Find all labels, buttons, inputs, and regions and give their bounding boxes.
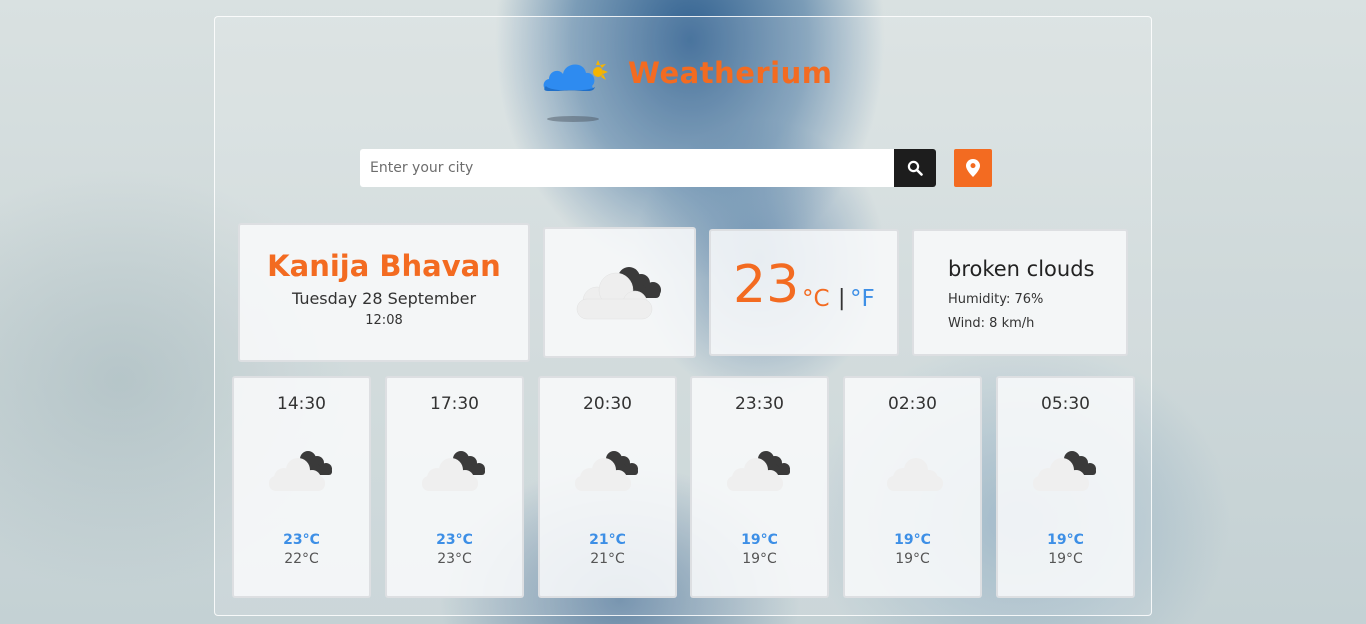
cloud-sun-icon <box>543 60 608 91</box>
temperature-value: 23 <box>733 255 800 315</box>
forecast-card: 05:30 19°C 19°C <box>996 376 1135 598</box>
forecast-time: 14:30 <box>277 394 326 414</box>
logo-shadow <box>547 116 599 122</box>
forecast-min-temp: 19°C <box>742 551 777 567</box>
humidity-text: Humidity: 76% <box>948 292 1044 307</box>
forecast-min-temp: 19°C <box>895 551 930 567</box>
forecast-min-temp: 19°C <box>1048 551 1083 567</box>
cloud-moon-icon <box>575 451 638 491</box>
current-time: 12:08 <box>365 313 403 328</box>
search-button[interactable] <box>894 149 936 187</box>
forecast-time: 17:30 <box>430 394 479 414</box>
forecast-max-temp: 23°C <box>283 532 320 548</box>
current-date: Tuesday 28 September <box>291 289 477 308</box>
temperature-card: 23 °C | °F <box>709 229 899 356</box>
cloud-moon-icon <box>422 451 485 491</box>
celsius-toggle[interactable]: °C <box>802 286 830 312</box>
cloud-moon-icon <box>269 451 332 491</box>
forecast-time: 02:30 <box>888 394 937 414</box>
forecast-max-temp: 19°C <box>894 532 931 548</box>
app-logo: Weatherium <box>540 52 860 124</box>
forecast-card: 02:30 19°C 19°C <box>843 376 982 598</box>
forecast-card: 14:30 23°C 22°C <box>232 376 371 598</box>
wind-text: Wind: 8 km/h <box>948 316 1035 331</box>
forecast-time: 20:30 <box>583 394 632 414</box>
current-location-button[interactable] <box>954 149 992 187</box>
forecast-max-temp: 19°C <box>1047 532 1084 548</box>
cloud-moon-icon <box>727 451 790 491</box>
forecast-min-temp: 23°C <box>437 551 472 567</box>
city-search-input[interactable] <box>360 149 894 187</box>
forecast-card: 17:30 23°C 23°C <box>385 376 524 598</box>
forecast-min-temp: 22°C <box>284 551 319 567</box>
cloud-moon-icon <box>1033 451 1096 491</box>
city-name: Kanija Bhavan <box>267 249 501 283</box>
app-title: Weatherium <box>628 56 833 90</box>
forecast-max-temp: 23°C <box>436 532 473 548</box>
forecast-max-temp: 19°C <box>741 532 778 548</box>
forecast-time: 05:30 <box>1041 394 1090 414</box>
cloud-moon-icon <box>576 267 661 320</box>
forecast-time: 23:30 <box>735 394 784 414</box>
cloud-icon <box>887 458 943 491</box>
forecast-card: 23:30 19°C 19°C <box>690 376 829 598</box>
weather-description: broken clouds <box>948 257 1095 281</box>
city-card: Kanija Bhavan Tuesday 28 September 12:08 <box>238 223 530 362</box>
fahrenheit-toggle[interactable]: °F <box>850 286 875 312</box>
description-card: broken clouds Humidity: 76% Wind: 8 km/h <box>912 229 1128 356</box>
forecast-card: 20:30 21°C 21°C <box>538 376 677 598</box>
forecast-max-temp: 21°C <box>589 532 626 548</box>
forecast-min-temp: 21°C <box>590 551 625 567</box>
map-marker-icon <box>966 159 980 177</box>
unit-separator: | <box>838 286 846 311</box>
weather-icon-card <box>543 227 696 358</box>
search-icon <box>907 160 923 176</box>
